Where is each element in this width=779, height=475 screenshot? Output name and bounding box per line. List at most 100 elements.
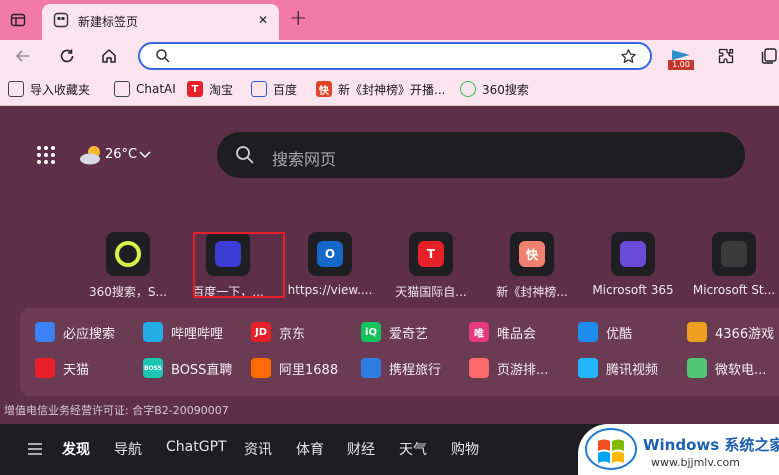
windows-logo-icon [583, 426, 639, 472]
bookmark-0[interactable]: 导入收藏夹 [8, 80, 90, 98]
quick-link-label: 微软电... [715, 362, 767, 378]
top-site-tile[interactable]: O [308, 232, 352, 276]
menu-icon[interactable] [27, 441, 43, 457]
license-text: 增值电信业务经营许可证: 合字B2-20090007 [4, 404, 229, 417]
tencent-video-icon [578, 358, 598, 378]
quick-link-label: 携程旅行 [389, 362, 442, 378]
search-icon [154, 47, 172, 65]
quick-link-label: 优酷 [606, 326, 633, 342]
quick-link-label: 天猫 [63, 362, 90, 378]
quick-link[interactable]: 微软电... [687, 358, 766, 378]
quick-link[interactable]: 页游排... [469, 358, 548, 378]
refresh-icon[interactable] [56, 46, 78, 66]
home-icon[interactable] [98, 46, 120, 66]
quick-link[interactable]: BOSS BOSS直聘 [143, 358, 232, 378]
boss-icon: BOSS [143, 358, 163, 378]
search-placeholder: 搜索网页 [272, 150, 337, 169]
back-icon[interactable] [12, 46, 34, 66]
quick-link[interactable]: iQ 爱奇艺 [361, 322, 428, 342]
quick-link[interactable]: JD 京东 [251, 322, 305, 342]
watermark-url: www.bjjmlv.com [651, 456, 740, 469]
collections-icon[interactable] [759, 46, 779, 66]
m365-icon [620, 241, 646, 267]
bookmark-3[interactable]: 百度 [251, 80, 297, 98]
quick-link-label: 必应搜索 [63, 326, 116, 342]
tmall-intl-icon: T [418, 241, 444, 267]
quick-link-label: 爱奇艺 [389, 326, 429, 342]
watermark-title: Windows 系统之家 [643, 436, 779, 454]
quick-link-label: 腾讯视频 [606, 362, 659, 378]
top-site-label[interactable]: Microsoft 365 [589, 283, 677, 297]
file-icon [114, 81, 130, 97]
top-site-tile[interactable] [106, 232, 150, 276]
new-tab-page-icon [52, 11, 70, 29]
tmall-cat-icon [35, 358, 55, 378]
bottom-nav-item[interactable]: 导航 [114, 439, 142, 459]
bottom-nav-item[interactable]: 体育 [296, 439, 324, 459]
quick-link-label: 哔哩哔哩 [171, 326, 224, 342]
search-box-icon [234, 144, 256, 166]
quick-link[interactable]: 天猫 [35, 358, 89, 378]
bookmark-2[interactable]: T 淘宝 [187, 80, 233, 98]
quick-link[interactable]: 腾讯视频 [578, 358, 658, 378]
tab-close-icon[interactable]: ✕ [258, 13, 268, 27]
top-site-label[interactable]: 360搜索，S... [84, 283, 172, 300]
quick-link[interactable]: 4366游戏 [687, 322, 774, 342]
quick-link-label: 唯品会 [497, 326, 537, 342]
1688-icon [251, 358, 271, 378]
weather-cloud-sun-icon[interactable] [78, 143, 106, 167]
bookmark-label: 360搜索 [482, 82, 529, 97]
quick-link-label: BOSS直聘 [171, 362, 233, 378]
tmall-icon: T [187, 81, 203, 97]
top-site-tile[interactable]: T [409, 232, 453, 276]
bookmark-5[interactable]: 360搜索 [460, 80, 529, 98]
bookmark-label: 淘宝 [209, 82, 234, 97]
bookmark-4[interactable]: 快新《封神榜》开播... [316, 80, 445, 98]
top-site-tile[interactable] [712, 232, 756, 276]
extensions-icon[interactable] [716, 46, 736, 66]
bookmark-label: 百度 [273, 82, 298, 97]
bing-search-icon [35, 322, 55, 342]
quick-link[interactable]: 哔哩哔哩 [143, 322, 223, 342]
quick-link[interactable]: 必应搜索 [35, 322, 115, 342]
bookmark-label: ChatAI [136, 82, 176, 96]
top-site-tile[interactable]: 快 [510, 232, 554, 276]
top-site-label[interactable]: 新《封神榜... [488, 283, 576, 300]
quick-link[interactable]: 阿里1688 [251, 358, 338, 378]
bottom-nav-item[interactable]: 天气 [399, 439, 427, 459]
vip-icon: 唯 [469, 322, 489, 342]
quick-link-label: 页游排... [497, 362, 549, 378]
quick-link-label: 京东 [279, 326, 306, 342]
bottom-nav-item[interactable]: 购物 [451, 439, 479, 459]
top-site-tile[interactable] [611, 232, 655, 276]
baidu-paw-icon [251, 81, 267, 97]
bottom-nav-item[interactable]: 财经 [347, 439, 375, 459]
version-badge: 1.00 [668, 60, 694, 70]
chevron-down-icon[interactable] [138, 149, 152, 161]
bookmark-label: 导入收藏夹 [30, 82, 91, 97]
bookmark-1[interactable]: ChatAI [114, 80, 176, 98]
quick-link[interactable]: 唯唯品会 [469, 322, 536, 342]
kuai-icon: 快 [519, 241, 545, 267]
quick-link-label: 阿里1688 [279, 362, 339, 378]
top-site-label[interactable]: https://view.... [286, 283, 374, 297]
apps-grid-icon[interactable] [35, 144, 57, 166]
quick-link[interactable]: 携程旅行 [361, 358, 441, 378]
360-search-icon [115, 241, 141, 267]
360-icon [460, 81, 476, 97]
top-site-label[interactable]: 天猫国际自... [387, 283, 475, 300]
address-bar[interactable] [138, 42, 652, 70]
ms-pc-icon [687, 358, 707, 378]
bottom-nav-item[interactable]: 发现 [62, 439, 90, 459]
quick-link[interactable]: 优酷 [578, 322, 632, 342]
bottom-nav-item[interactable]: 资讯 [244, 439, 272, 459]
bilibili-icon [143, 322, 163, 342]
new-tab-button[interactable]: + [289, 6, 307, 31]
jd-icon: JD [251, 322, 271, 342]
top-site-label[interactable]: Microsoft St... [690, 283, 778, 297]
bottom-nav-item[interactable]: ChatGPT [166, 439, 227, 455]
import-icon [8, 81, 24, 97]
weather-temperature[interactable]: 26°C [105, 147, 137, 162]
favorite-star-icon[interactable] [618, 47, 638, 65]
tab-actions-icon[interactable] [8, 10, 28, 30]
